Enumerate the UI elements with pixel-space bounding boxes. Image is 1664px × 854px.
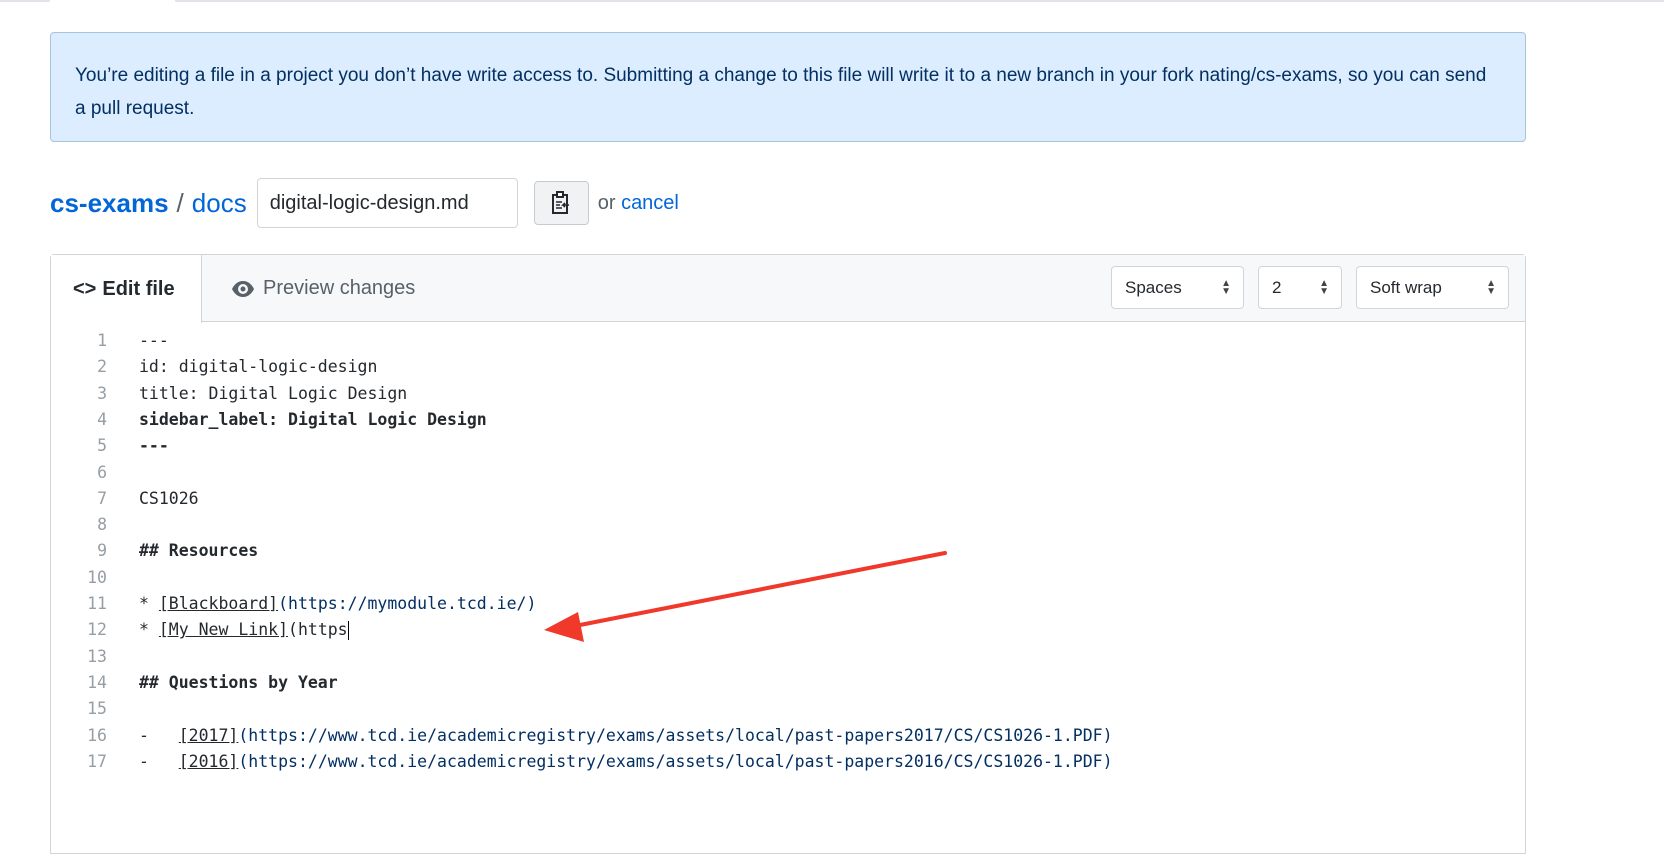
code-line[interactable]: - [2017](https://www.tcd.ie/academicregi… <box>139 726 1113 745</box>
editor-header: <> Edit file Preview changes Spaces ▲ ▼ 2… <box>51 255 1525 323</box>
line-number: 7 <box>97 488 107 508</box>
line-number: 4 <box>97 409 107 429</box>
code-line[interactable]: ## Questions by Year <box>139 673 338 692</box>
line-number: 8 <box>97 515 107 535</box>
line-number: 2 <box>97 357 107 377</box>
line-number: 15 <box>87 699 107 719</box>
code-line[interactable]: sidebar_label: Digital Logic Design <box>139 410 487 429</box>
code-text: CS1026 <box>139 488 199 508</box>
link-text: [2017] <box>178 725 239 745</box>
link-text: [Blackboard] <box>158 594 279 613</box>
code-text: - <box>139 751 179 771</box>
select-arrows-icon: ▲ ▼ <box>1319 278 1329 297</box>
link-url: (https://mymodule.tcd.ie/) <box>278 594 537 613</box>
line-number: 5 <box>97 436 107 456</box>
breadcrumb: cs-exams / docs digital-logic-design.md … <box>50 178 679 228</box>
line-number: 6 <box>97 462 107 482</box>
code-text: sidebar_label: Digital Logic Design <box>139 409 487 429</box>
code-line[interactable]: id: digital-logic-design <box>139 357 377 376</box>
line-number: 1 <box>97 331 107 350</box>
line-number: 16 <box>87 725 107 745</box>
code-text: - <box>139 725 179 745</box>
select-arrows-icon: ▲ ▼ <box>1221 278 1231 297</box>
code-line[interactable]: CS1026 <box>139 489 199 508</box>
tab-preview-changes[interactable]: Preview changes <box>231 255 415 322</box>
line-number: 14 <box>87 672 107 692</box>
code-line[interactable]: * [My New Link](https <box>139 620 349 641</box>
text-cursor <box>347 621 349 641</box>
filename-input[interactable]: digital-logic-design.md <box>256 178 518 228</box>
line-number: 17 <box>87 751 107 771</box>
code-text: ## Questions by Year <box>139 672 338 692</box>
line-number: 13 <box>87 646 107 666</box>
line-number: 3 <box>97 383 107 403</box>
line-number: 12 <box>87 620 107 640</box>
link-text: [My New Link] <box>158 620 289 640</box>
tab-edit-label: Edit file <box>102 277 175 300</box>
line-number: 10 <box>87 567 107 587</box>
code-line[interactable]: --- <box>139 331 169 350</box>
clipboard-icon <box>552 191 570 214</box>
code-icon: <> <box>73 277 97 300</box>
folder-link[interactable]: docs <box>192 188 247 219</box>
code-line[interactable]: --- <box>139 436 169 455</box>
code-text: --- <box>139 436 169 456</box>
wrap-mode-value: Soft wrap <box>1370 277 1442 297</box>
indent-mode-value: Spaces <box>1125 277 1182 297</box>
code-text: id: digital-logic-design <box>139 357 378 377</box>
code-line[interactable]: ## Resources <box>139 541 258 560</box>
indent-size-value: 2 <box>1272 277 1282 297</box>
breadcrumb-separator: / <box>176 187 184 218</box>
or-label: or <box>597 191 616 214</box>
code-text: * <box>139 620 159 640</box>
indent-size-select[interactable]: 2 ▲ ▼ <box>1258 266 1342 309</box>
code-text: (https <box>288 620 348 640</box>
code-line[interactable]: title: Digital Logic Design <box>139 384 407 403</box>
repo-link[interactable]: cs-exams <box>50 188 169 219</box>
link-url: (https://www.tcd.ie/academicregistry/exa… <box>238 725 1113 745</box>
link-url: (https://www.tcd.ie/academicregistry/exa… <box>238 751 1113 771</box>
tab-preview-label: Preview changes <box>263 277 416 299</box>
eye-icon <box>232 280 254 297</box>
fork-notice: You’re editing a file in a project you d… <box>50 32 1526 142</box>
select-arrows-icon: ▲ ▼ <box>1486 278 1496 297</box>
top-border <box>0 0 1664 2</box>
indent-mode-select[interactable]: Spaces ▲ ▼ <box>1111 266 1244 309</box>
code-text: title: Digital Logic Design <box>139 383 408 403</box>
tab-edit-file[interactable]: <> Edit file <box>51 255 202 323</box>
paste-button[interactable] <box>533 181 589 225</box>
code-text: ## Resources <box>139 541 259 561</box>
code-line[interactable]: * [Blackboard](https://mymodule.tcd.ie/) <box>139 594 536 613</box>
link-text: [2016] <box>178 751 239 771</box>
line-number: 11 <box>87 594 107 613</box>
code-text: * <box>139 594 159 613</box>
code-line[interactable]: - [2016](https://www.tcd.ie/academicregi… <box>139 752 1113 771</box>
cancel-link[interactable]: cancel <box>621 192 679 214</box>
top-tab-gap <box>50 0 175 2</box>
line-number: 9 <box>97 541 107 561</box>
file-editor: <> Edit file Preview changes Spaces ▲ ▼ 2… <box>50 254 1526 854</box>
code-text: --- <box>139 331 169 350</box>
wrap-mode-select[interactable]: Soft wrap ▲ ▼ <box>1356 266 1509 309</box>
